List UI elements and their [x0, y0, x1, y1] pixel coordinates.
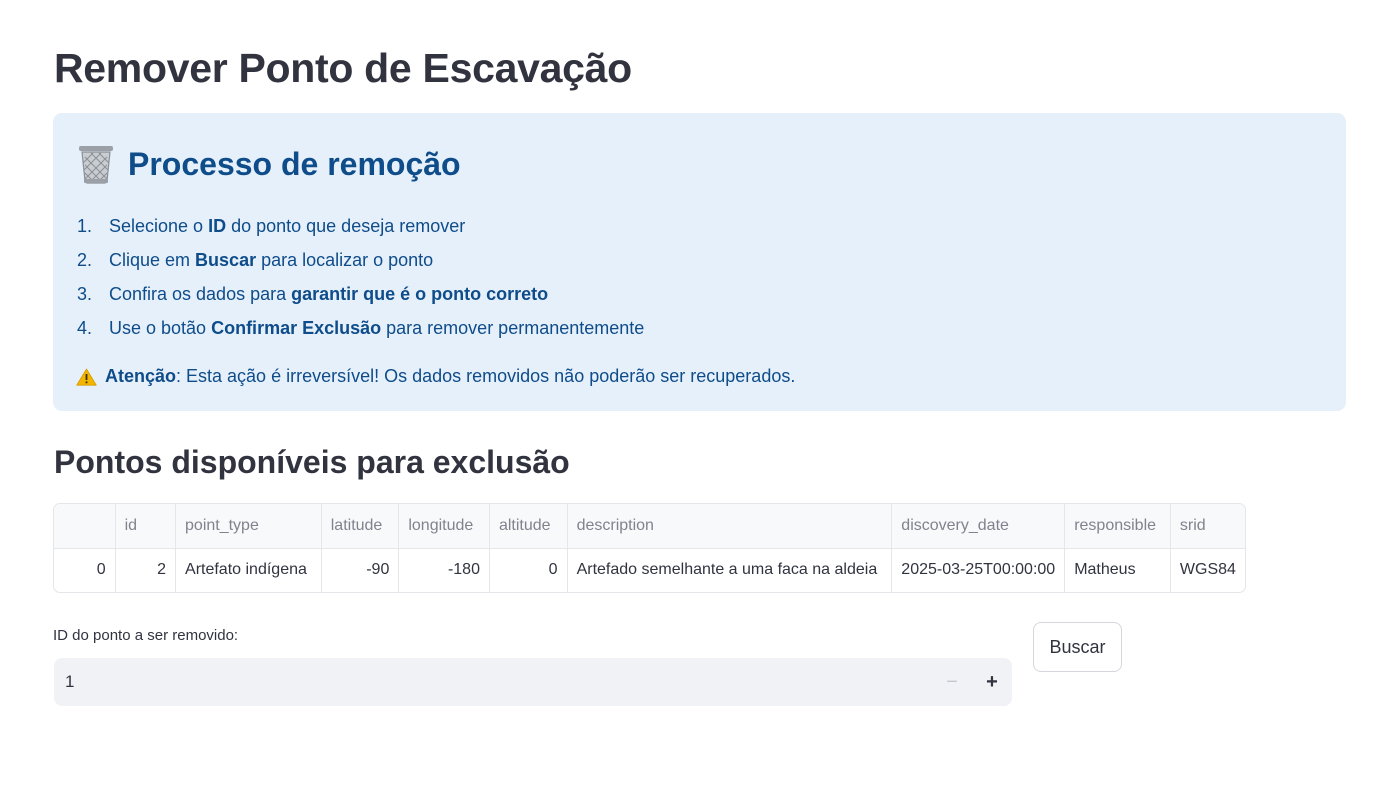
cell-longitude[interactable]: -180 — [398, 548, 490, 592]
cell-altitude[interactable]: 0 — [489, 548, 568, 592]
column-header-longitude[interactable]: longitude — [398, 504, 490, 549]
decrement-button[interactable]: − — [932, 658, 972, 706]
data-grid: id point_type latitude longitude altitud… — [54, 504, 1245, 592]
step-text-part: do ponto que deseja remover — [226, 216, 466, 236]
step-text-part: Clique em — [109, 250, 196, 270]
column-header-index[interactable] — [54, 504, 116, 549]
step-text-bold: ID — [208, 216, 227, 236]
step-item: 2. Clique em Buscar para localizar o pon… — [77, 243, 644, 277]
info-box: Processo de remoção 1. Selecione o ID do… — [53, 113, 1346, 411]
warning-label: Atenção — [105, 366, 177, 386]
step-item: 4. Use o botão Confirmar Exclusão para r… — [77, 311, 644, 345]
warning-icon — [76, 367, 97, 386]
step-number: 1. — [77, 216, 93, 236]
id-input[interactable] — [54, 657, 932, 707]
step-text-part: Confira os dados para — [109, 284, 292, 304]
cell-description[interactable]: Artefado semelhante a uma faca na aldeia — [567, 548, 893, 592]
cell-srid[interactable]: WGS84 — [1170, 548, 1245, 592]
table-header-row: id point_type latitude longitude altitud… — [54, 504, 1245, 549]
step-number: 3. — [77, 284, 93, 304]
cell-latitude[interactable]: -90 — [321, 548, 400, 592]
step-text-bold: Buscar — [195, 250, 257, 270]
step-text: Confira os dados para garantir que é o p… — [109, 277, 548, 311]
column-header-altitude[interactable]: altitude — [489, 504, 568, 549]
id-field-label: ID do ponto a ser removido: — [53, 627, 239, 644]
step-text: Selecione o ID do ponto que deseja remov… — [109, 209, 465, 243]
step-text-part: para remover permanentemente — [381, 318, 645, 338]
cell-index[interactable]: 0 — [54, 548, 116, 592]
column-header-description[interactable]: description — [567, 504, 893, 549]
step-number: 2. — [77, 250, 93, 270]
page-title: Remover Ponto de Escavação — [54, 45, 632, 91]
step-text: Use o botão Confirmar Exclusão para remo… — [109, 311, 644, 345]
column-header-id[interactable]: id — [115, 504, 177, 549]
cell-discovery-date[interactable]: 2025-03-25T00:00:00 — [891, 548, 1066, 592]
warning-message: Atenção: Esta ação é irreversível! Os da… — [76, 363, 795, 389]
step-text-bold: Confirmar Exclusão — [211, 318, 382, 338]
column-header-responsible[interactable]: responsible — [1064, 504, 1171, 549]
info-heading: Processo de remoção — [77, 141, 461, 187]
id-number-input: − + — [54, 657, 1012, 707]
page: Remover Ponto de Escavação Processo de r… — [0, 0, 1400, 790]
column-header-latitude[interactable]: latitude — [321, 504, 400, 549]
step-text-bold: garantir que é o ponto correto — [291, 284, 549, 304]
cell-responsible[interactable]: Matheus — [1064, 548, 1171, 592]
table-row: 0 2 Artefato indígena -90 -180 0 Artefad… — [54, 548, 1245, 592]
step-number: 4. — [77, 318, 93, 338]
column-header-point-type[interactable]: point_type — [175, 504, 322, 549]
increment-button[interactable]: + — [972, 658, 1012, 706]
column-header-discovery-date[interactable]: discovery_date — [891, 504, 1066, 549]
step-text-part: para localizar o ponto — [256, 250, 434, 270]
step-item: 3. Confira os dados para garantir que é … — [77, 277, 644, 311]
data-table[interactable]: id point_type latitude longitude altitud… — [53, 503, 1246, 593]
step-text-part: Use o botão — [109, 318, 212, 338]
step-text-part: Selecione o — [109, 216, 209, 236]
column-header-srid[interactable]: srid — [1170, 504, 1245, 549]
info-heading-text: Processo de remoção — [128, 146, 461, 182]
search-button[interactable]: Buscar — [1033, 622, 1122, 672]
warning-text: : Esta ação é irreversível! Os dados rem… — [176, 366, 796, 386]
cell-point-type[interactable]: Artefato indígena — [175, 548, 322, 592]
cell-id[interactable]: 2 — [115, 548, 177, 592]
step-item: 1. Selecione o ID do ponto que deseja re… — [77, 209, 644, 243]
section-title: Pontos disponíveis para exclusão — [54, 444, 570, 480]
steps-list: 1. Selecione o ID do ponto que deseja re… — [77, 209, 644, 345]
wastebasket-icon — [77, 143, 115, 185]
step-text: Clique em Buscar para localizar o ponto — [109, 243, 433, 277]
